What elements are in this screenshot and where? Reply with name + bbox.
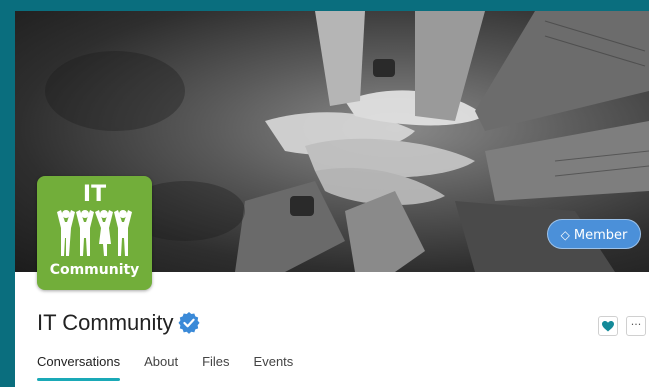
- group-logo: IT Community: [37, 176, 152, 290]
- group-title: IT Community: [37, 310, 174, 335]
- group-tabs: Conversations About Files Events: [37, 354, 317, 381]
- logo-community-text: Community: [49, 262, 140, 278]
- member-label: Member: [573, 228, 628, 243]
- tab-files[interactable]: Files: [202, 354, 229, 377]
- follow-heart-button[interactable]: [598, 316, 618, 336]
- tab-events[interactable]: Events: [254, 354, 294, 377]
- tab-conversations[interactable]: Conversations: [37, 354, 121, 381]
- more-options-button[interactable]: ···: [626, 316, 646, 336]
- group-card: IT Community ◇ Member IT Community ··· Co…: [15, 11, 649, 387]
- heart-icon: [602, 320, 614, 331]
- tab-about[interactable]: About: [144, 354, 178, 377]
- diamond-arrow-icon: ◇: [560, 228, 570, 242]
- verified-badge-icon: [177, 312, 200, 334]
- people-group-icon: [57, 210, 132, 256]
- logo-it-text: IT: [82, 182, 107, 207]
- group-header: IT Community: [37, 308, 200, 338]
- member-button[interactable]: ◇ Member: [547, 219, 641, 249]
